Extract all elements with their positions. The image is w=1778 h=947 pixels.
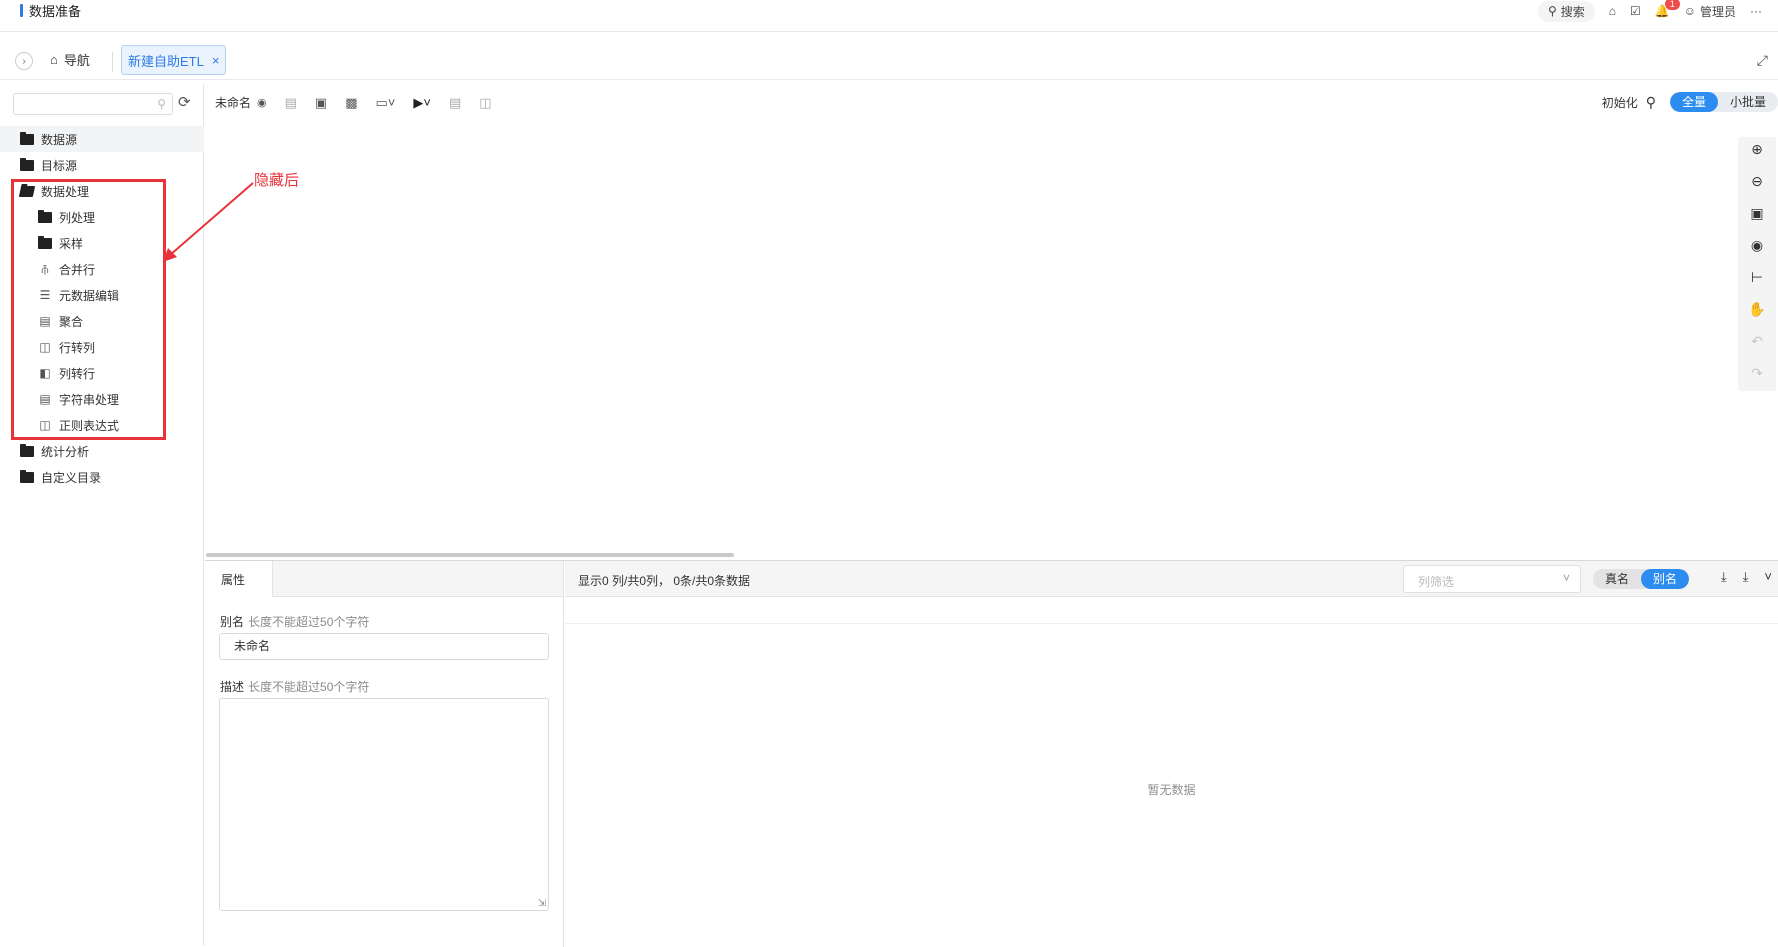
bell-icon[interactable]: 🔔 1 xyxy=(1655,0,1680,18)
column-filter-select[interactable]: 列筛选 ˅ xyxy=(1403,565,1581,593)
redo-icon[interactable]: ↷ xyxy=(1751,365,1763,384)
sidebar-item-label: 目标源 xyxy=(41,158,78,173)
folder-icon xyxy=(20,469,34,483)
folder-icon xyxy=(20,443,34,457)
search-button[interactable]: ⚲ 搜索 xyxy=(1537,0,1595,22)
user-icon: ☺ xyxy=(1683,4,1696,18)
preview-search-icon[interactable]: ⚲ xyxy=(1646,94,1656,111)
more-icon[interactable]: ··· xyxy=(1750,4,1762,18)
resize-handle-icon[interactable]: ⇲ xyxy=(538,898,546,909)
alias-label: 别名 长度不能超过50个字符 xyxy=(220,613,369,630)
sidebar-item-data-source[interactable]: 数据源 xyxy=(0,126,204,152)
notification-badge: 1 xyxy=(1664,0,1680,10)
data-preview-info: 显示0 列/共0列， 0条/共0条数据 xyxy=(578,574,751,588)
sidebar-item-statistics[interactable]: 统计分析 xyxy=(0,438,204,464)
search-icon: ⚲ xyxy=(157,97,166,111)
sidebar-item-label: 数据源 xyxy=(41,132,78,147)
fit-view-icon[interactable]: ▣ xyxy=(1750,205,1763,224)
sidebar-item-label: 统计分析 xyxy=(41,444,90,459)
canvas-toolbar: 未命名 ◉ ▤ ▣ ▩ ▭˅ ▶˅ ▤ ◫ 初始化 ⚲ 全量 小批量 xyxy=(205,84,1778,122)
run-mode-toggle[interactable]: 全量 小批量 xyxy=(1669,92,1778,112)
data-preview-panel: 显示0 列/共0列， 0条/共0条数据 列筛选 ˅ 真名 别名 ⤓ ⤓ ˅ 暂无… xyxy=(565,561,1778,947)
data-preview-actions: ⤓ ⤓ ˅ xyxy=(1721,569,1772,585)
sidebar-item-label: 自定义目录 xyxy=(41,470,102,485)
save-icon[interactable]: ▣ xyxy=(315,95,327,111)
canvas-zoom-toolbar: ⊕ ⊖ ▣ ◉ ⊢ ✋ ↶ ↷ xyxy=(1738,137,1776,391)
tab-nav[interactable]: ⌂ 导航 xyxy=(50,50,90,69)
zoom-out-icon[interactable]: ⊖ xyxy=(1751,173,1763,192)
tab-properties[interactable]: 属性 xyxy=(205,561,273,597)
run-dropdown-icon[interactable]: ▶˅ xyxy=(413,95,431,111)
schedule-icon[interactable]: ▤ xyxy=(449,95,461,111)
app-title-text: 数据准备 xyxy=(29,3,82,19)
locate-icon[interactable]: ◉ xyxy=(1751,237,1763,256)
chevron-down-icon: ˅ xyxy=(1562,571,1570,585)
status-dot-icon: ◉ xyxy=(257,97,267,109)
top-bar: 数据准备 ⚲ 搜索 ⌂ ☑ 🔔 1 ☺ 管理员 ··· xyxy=(0,0,1778,32)
folder-icon xyxy=(20,131,34,145)
description-textarea[interactable]: ⇲ xyxy=(219,698,549,911)
save-as-icon[interactable]: ▩ xyxy=(345,95,357,111)
alias-input[interactable]: 未命名 xyxy=(219,633,549,660)
home-icon[interactable]: ⌂ xyxy=(1609,4,1616,18)
properties-panel: 属性 别名 长度不能超过50个字符 未命名 描述 长度不能超过50个字符 ⇲ xyxy=(205,561,564,947)
real-name-button[interactable]: 真名 xyxy=(1593,569,1641,589)
download-icon[interactable]: ⤓ xyxy=(1721,569,1727,585)
fullscreen-icon[interactable]: ⤢ xyxy=(1757,52,1768,69)
canvas-horizontal-scrollbar[interactable] xyxy=(206,553,734,557)
data-preview-column-header xyxy=(565,597,1778,624)
top-bar-actions: ⚲ 搜索 ⌂ ☑ 🔔 1 ☺ 管理员 ··· xyxy=(1537,0,1762,22)
folder-icon xyxy=(20,157,34,171)
search-icon: ⚲ xyxy=(1547,4,1557,18)
sidebar-item-custom-directory[interactable]: 自定义目录 xyxy=(0,464,204,490)
column-filter-placeholder: 列筛选 xyxy=(1418,575,1455,589)
empty-state-text: 暂无数据 xyxy=(1147,783,1196,797)
annotation-highlight-box xyxy=(11,179,166,440)
alias-label-text: 别名 xyxy=(220,615,245,629)
app-title: 数据准备 xyxy=(20,2,82,19)
pin-icon[interactable]: ⤓ xyxy=(1743,569,1749,585)
sidebar-item-target-source[interactable]: 目标源 xyxy=(0,152,204,178)
title-accent-bar xyxy=(20,3,23,17)
properties-tabstrip: 属性 xyxy=(205,561,563,597)
annotation-text: 隐藏后 xyxy=(254,172,300,189)
collapse-panel-icon[interactable]: ˅ xyxy=(1764,569,1772,585)
description-label-text: 描述 xyxy=(220,680,245,694)
mode-batch-button[interactable]: 小批量 xyxy=(1718,92,1778,112)
alias-hint: 长度不能超过50个字符 xyxy=(248,615,370,629)
etl-name[interactable]: 未命名 ◉ xyxy=(215,94,267,111)
description-label: 描述 长度不能超过50个字符 xyxy=(220,678,369,695)
undo-icon[interactable]: ↶ xyxy=(1751,333,1763,352)
bottom-panel: 属性 别名 长度不能超过50个字符 未命名 描述 长度不能超过50个字符 ⇲ 显示0… xyxy=(205,560,1778,947)
search-label: 搜索 xyxy=(1560,4,1585,19)
tab-nav-label: 导航 xyxy=(63,53,90,68)
tab-new-etl[interactable]: 新建自助ETL × xyxy=(121,45,227,75)
layout-tree-icon[interactable]: ⊢ xyxy=(1751,269,1763,288)
tab-new-etl-label: 新建自助ETL xyxy=(128,53,204,69)
annotation-arrow xyxy=(163,182,254,262)
hand-pan-icon[interactable]: ✋ xyxy=(1748,301,1765,320)
task-check-icon[interactable]: ☑ xyxy=(1630,4,1641,18)
sidebar-search-input[interactable]: ⚲ xyxy=(13,93,173,115)
refresh-icon[interactable]: ⟳ xyxy=(178,93,191,111)
home-icon: ⌂ xyxy=(50,52,58,67)
chevron-right-icon[interactable]: › xyxy=(15,52,33,70)
name-mode-toggle[interactable]: 真名 别名 xyxy=(1593,569,1690,589)
export-icon[interactable]: ◫ xyxy=(479,95,491,111)
mode-full-button[interactable]: 全量 xyxy=(1669,92,1718,112)
alias-button[interactable]: 别名 xyxy=(1641,569,1690,589)
screen-dropdown-icon[interactable]: ▭˅ xyxy=(376,95,396,111)
zoom-in-icon[interactable]: ⊕ xyxy=(1751,141,1763,160)
etl-name-label: 未命名 xyxy=(215,96,252,110)
init-label[interactable]: 初始化 xyxy=(1602,94,1638,111)
data-preview-header: 显示0 列/共0列， 0条/共0条数据 列筛选 ˅ 真名 别名 ⤓ ⤓ ˅ xyxy=(565,561,1778,597)
close-icon[interactable]: × xyxy=(212,53,220,68)
divider xyxy=(112,52,113,72)
user-menu[interactable]: ☺ 管理员 xyxy=(1684,3,1736,20)
new-doc-icon[interactable]: ▤ xyxy=(285,95,297,111)
tabs-bar: › ⌂ 导航 新建自助ETL × ⤢ xyxy=(0,42,1778,80)
description-hint: 长度不能超过50个字符 xyxy=(248,680,370,694)
user-label: 管理员 xyxy=(1699,4,1736,19)
